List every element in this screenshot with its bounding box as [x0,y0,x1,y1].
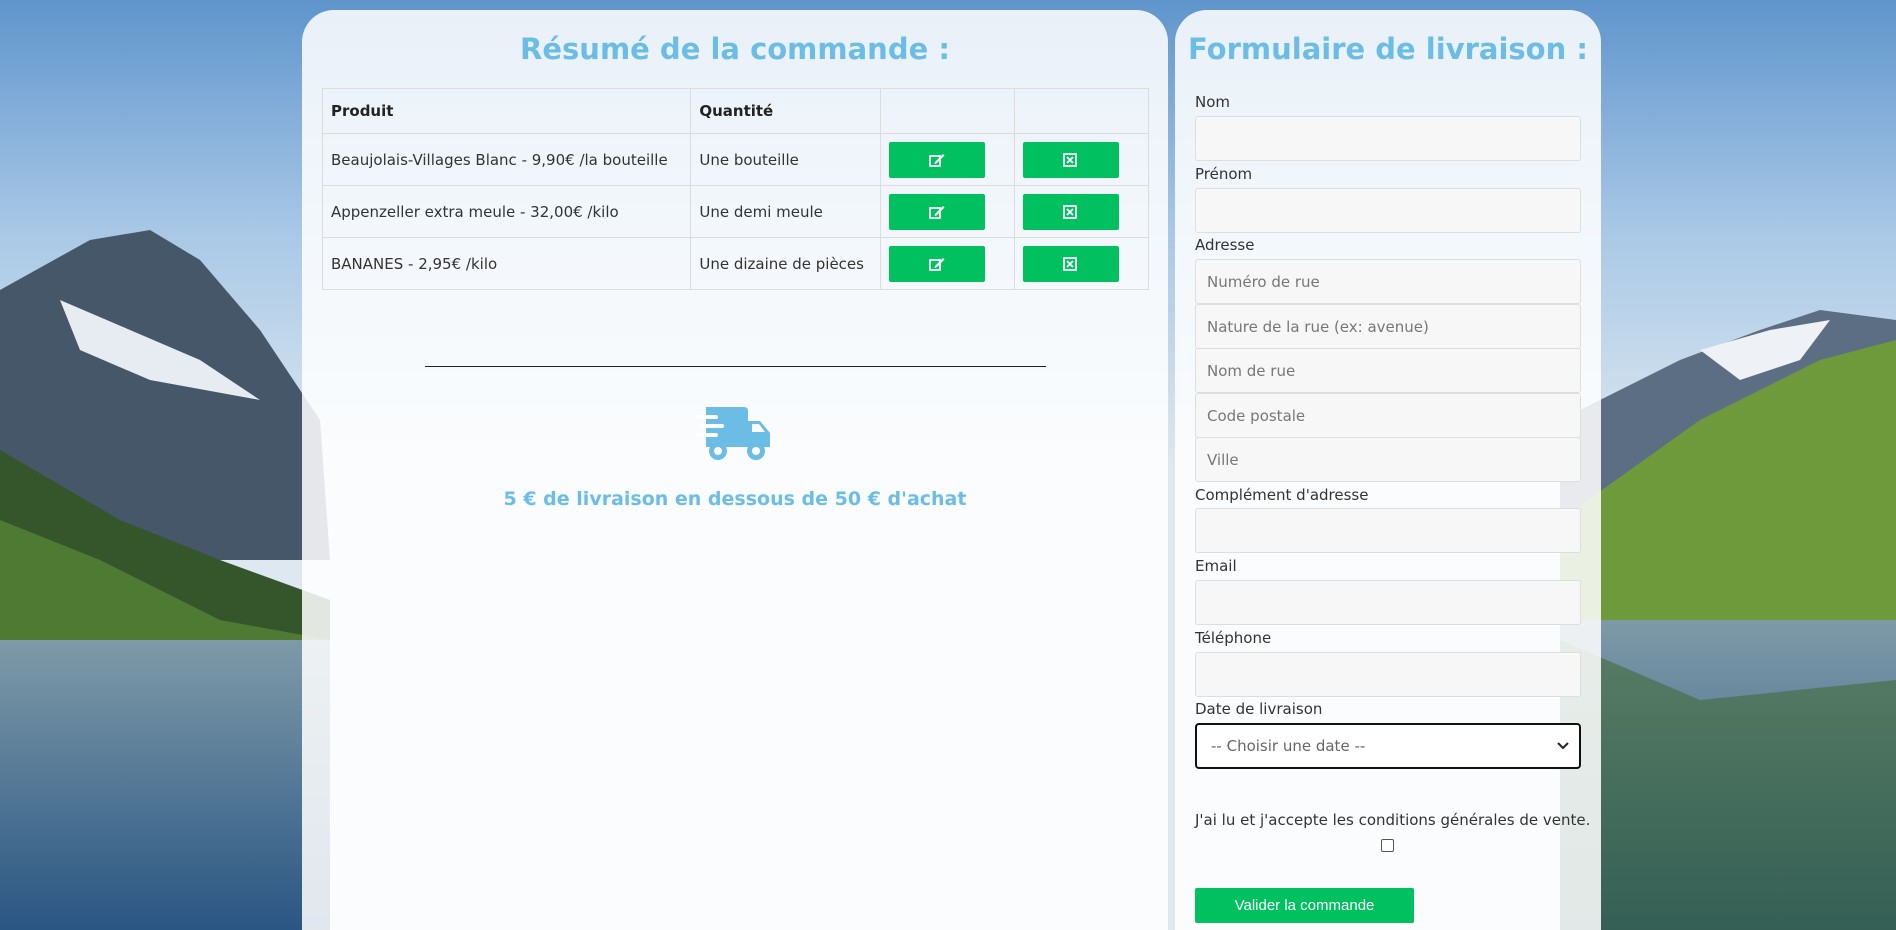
section-divider [425,366,1046,367]
edit-button[interactable] [889,245,986,282]
cgv-label: J'ai lu et j'accepte les conditions géné… [1195,811,1591,829]
quantity-cell: Une bouteille [690,133,882,186]
delete-button[interactable] [1023,141,1120,178]
prenom-label: Prénom [1195,165,1253,183]
quantity-cell: Une dizaine de pièces [690,237,882,290]
delete-cell [1014,237,1149,290]
nature-rue-field[interactable] [1195,304,1581,349]
edit-cell [880,133,1016,186]
delete-icon [1063,152,1077,167]
delete-button[interactable] [1023,193,1120,230]
edit-icon [929,153,945,167]
delivery-form-panel: Formulaire de livraison : Nom Prénom Adr… [1175,10,1601,930]
ville-field[interactable] [1195,437,1581,482]
edit-icon [929,205,945,219]
telephone-field[interactable] [1195,652,1581,697]
delivery-form-title: Formulaire de livraison : [1188,32,1588,66]
prenom-field[interactable] [1195,188,1581,233]
order-summary-panel: Résumé de la commande : Produit Quantité… [302,10,1168,930]
date-label: Date de livraison [1195,700,1323,718]
column-header-delete [1014,88,1149,134]
edit-icon [929,257,945,271]
order-summary-title: Résumé de la commande : [520,32,950,66]
edit-button[interactable] [889,141,986,178]
adresse-label: Adresse [1195,236,1255,254]
telephone-label: Téléphone [1195,629,1272,647]
delete-button[interactable] [1023,245,1120,282]
column-header-edit [880,88,1016,134]
quantity-cell: Une demi meule [690,185,882,238]
table-header-row: Produit Quantité [321,88,1149,134]
edit-cell [880,185,1016,238]
complement-field[interactable] [1195,508,1581,553]
nom-field[interactable] [1195,116,1581,161]
table-row: Beaujolais-Villages Blanc - 9,90€ /la bo… [321,133,1149,186]
nom-rue-field[interactable] [1195,348,1581,393]
table-row: Appenzeller extra meule - 32,00€ /kilo U… [321,185,1149,238]
code-postal-field[interactable] [1195,393,1581,438]
delete-cell [1014,185,1149,238]
numero-rue-field[interactable] [1195,259,1581,304]
email-label: Email [1195,557,1237,575]
delete-cell [1014,133,1149,186]
submit-order-button[interactable]: Valider la commande [1195,888,1414,923]
delete-icon [1063,204,1077,219]
order-table: Produit Quantité Beaujolais-Villages Bla… [321,88,1149,290]
column-header-produit: Produit [321,88,692,134]
nom-label: Nom [1195,93,1231,111]
table-row: BANANES - 2,95€ /kilo Une dizaine de piè… [321,237,1149,290]
column-header-quantite: Quantité [690,88,882,134]
product-cell: Appenzeller extra meule - 32,00€ /kilo [321,185,692,238]
date-select-value: -- Choisir une date -- [1211,737,1366,755]
product-cell: Beaujolais-Villages Blanc - 9,90€ /la bo… [321,133,692,186]
cgv-checkbox[interactable] [1381,839,1394,852]
edit-button[interactable] [889,193,986,230]
chevron-down-icon [1557,742,1569,750]
product-cell: BANANES - 2,95€ /kilo [321,237,692,290]
delete-icon [1063,256,1077,271]
edit-cell [880,237,1016,290]
complement-label: Complément d'adresse [1195,486,1369,504]
email-field[interactable] [1195,580,1581,625]
date-select[interactable]: -- Choisir une date -- [1195,723,1581,769]
truck-icon [696,407,770,460]
delivery-fee-note: 5 € de livraison en dessous de 50 € d'ac… [503,488,967,510]
